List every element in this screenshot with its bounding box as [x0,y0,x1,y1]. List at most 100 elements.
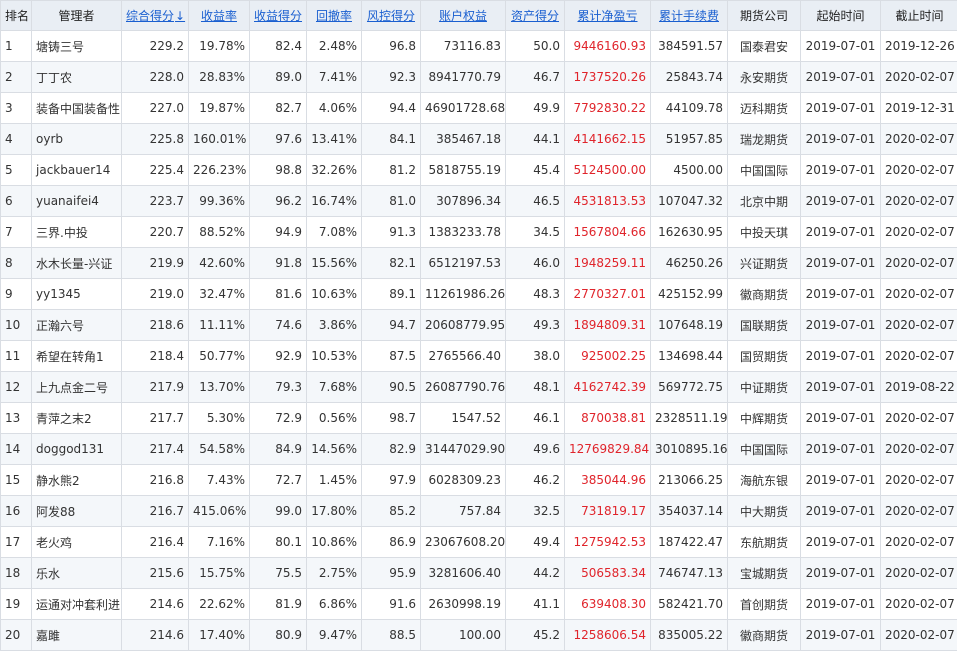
return-score-cell: 79.3 [250,372,307,403]
broker-cell: 中证期货 [728,372,801,403]
manager-cell: 装备中国装备性 [32,93,122,124]
sort-link-equity[interactable]: 账户权益 [439,9,487,23]
return-rate-cell: 19.78% [189,31,250,62]
composite-score-cell: 218.4 [122,341,189,372]
return-score-cell: 97.6 [250,124,307,155]
asset-score-cell: 46.7 [506,62,565,93]
rank-cell: 2 [1,62,32,93]
composite-score-cell: 216.7 [122,496,189,527]
start-date-cell: 2019-07-01 [801,620,881,651]
sort-link-composite-score[interactable]: 综合得分 [126,9,174,23]
table-row: 4oyrb225.8160.01%97.613.41%84.1385467.18… [1,124,957,155]
sort-link-asset-score[interactable]: 资产得分 [511,9,559,23]
risk-score-cell: 94.4 [362,93,421,124]
risk-score-cell: 92.3 [362,62,421,93]
composite-score-cell: 228.0 [122,62,189,93]
rank-cell: 7 [1,217,32,248]
column-header-return-score[interactable]: 收益得分 [250,1,307,31]
sort-link-return-rate[interactable]: 收益率 [201,9,237,23]
asset-score-cell: 44.1 [506,124,565,155]
broker-cell: 中国国际 [728,434,801,465]
start-date-cell: 2019-07-01 [801,341,881,372]
composite-score-cell: 219.9 [122,248,189,279]
return-rate-cell: 32.47% [189,279,250,310]
table-row: 15静水熊2216.87.43%72.71.45%97.96028309.234… [1,465,957,496]
composite-score-cell: 229.2 [122,31,189,62]
drawdown-rate-cell: 9.47% [307,620,362,651]
fees-cell: 213066.25 [651,465,728,496]
sort-link-net-pnl[interactable]: 累计净盈亏 [577,9,637,23]
broker-cell: 国联期货 [728,310,801,341]
column-header-fees[interactable]: 累计手续费 [651,1,728,31]
end-date-cell: 2020-02-07 [881,403,957,434]
column-header-asset-score[interactable]: 资产得分 [506,1,565,31]
equity-cell: 6028309.23 [421,465,506,496]
end-date-cell: 2020-02-07 [881,310,957,341]
sort-link-risk-score[interactable]: 风控得分 [367,9,415,23]
column-header-equity[interactable]: 账户权益 [421,1,506,31]
start-date-cell: 2019-07-01 [801,124,881,155]
equity-cell: 20608779.95 [421,310,506,341]
risk-score-cell: 90.5 [362,372,421,403]
drawdown-rate-cell: 2.75% [307,558,362,589]
return-score-cell: 99.0 [250,496,307,527]
manager-cell: 嘉雎 [32,620,122,651]
column-header-return-rate[interactable]: 收益率 [189,1,250,31]
return-rate-cell: 15.75% [189,558,250,589]
column-header-risk-score[interactable]: 风控得分 [362,1,421,31]
net-pnl-cell: 870038.81 [565,403,651,434]
sort-link-return-score[interactable]: 收益得分 [254,9,302,23]
drawdown-rate-cell: 7.68% [307,372,362,403]
asset-score-cell: 49.9 [506,93,565,124]
return-rate-cell: 13.70% [189,372,250,403]
start-date-cell: 2019-07-01 [801,434,881,465]
rank-cell: 1 [1,31,32,62]
drawdown-rate-cell: 15.56% [307,248,362,279]
broker-cell: 国泰君安 [728,31,801,62]
end-date-cell: 2020-02-07 [881,341,957,372]
column-header-net-pnl[interactable]: 累计净盈亏 [565,1,651,31]
equity-cell: 8941770.79 [421,62,506,93]
fees-cell: 107648.19 [651,310,728,341]
net-pnl-cell: 12769829.84 [565,434,651,465]
fees-cell: 569772.75 [651,372,728,403]
rank-cell: 9 [1,279,32,310]
broker-cell: 首创期货 [728,589,801,620]
risk-score-cell: 82.9 [362,434,421,465]
broker-cell: 东航期货 [728,527,801,558]
column-header-rank: 排名 [1,1,32,31]
rank-cell: 10 [1,310,32,341]
risk-score-cell: 91.6 [362,589,421,620]
return-rate-cell: 19.87% [189,93,250,124]
broker-cell: 北京中期 [728,186,801,217]
table-header: 排名管理者综合得分↓收益率收益得分回撤率风控得分账户权益资产得分累计净盈亏累计手… [1,1,957,31]
fees-cell: 354037.14 [651,496,728,527]
column-header-composite-score[interactable]: 综合得分↓ [122,1,189,31]
start-date-cell: 2019-07-01 [801,155,881,186]
broker-cell: 徽商期货 [728,279,801,310]
rank-cell: 16 [1,496,32,527]
equity-cell: 2630998.19 [421,589,506,620]
manager-cell: jackbauer14 [32,155,122,186]
equity-cell: 1383233.78 [421,217,506,248]
composite-score-cell: 225.8 [122,124,189,155]
column-header-start: 起始时间 [801,1,881,31]
sort-link-drawdown-rate[interactable]: 回撤率 [316,9,352,23]
column-header-drawdown-rate[interactable]: 回撤率 [307,1,362,31]
net-pnl-cell: 1894809.31 [565,310,651,341]
drawdown-rate-cell: 3.86% [307,310,362,341]
equity-cell: 757.84 [421,496,506,527]
asset-score-cell: 49.6 [506,434,565,465]
end-date-cell: 2020-02-07 [881,589,957,620]
table-row: 2丁丁农228.028.83%89.07.41%92.38941770.7946… [1,62,957,93]
fees-cell: 746747.13 [651,558,728,589]
drawdown-rate-cell: 6.86% [307,589,362,620]
asset-score-cell: 46.1 [506,403,565,434]
net-pnl-cell: 506583.34 [565,558,651,589]
manager-cell: 希望在转角1 [32,341,122,372]
rank-cell: 19 [1,589,32,620]
fees-cell: 582421.70 [651,589,728,620]
net-pnl-cell: 4141662.15 [565,124,651,155]
asset-score-cell: 50.0 [506,31,565,62]
sort-link-fees[interactable]: 累计手续费 [659,9,719,23]
